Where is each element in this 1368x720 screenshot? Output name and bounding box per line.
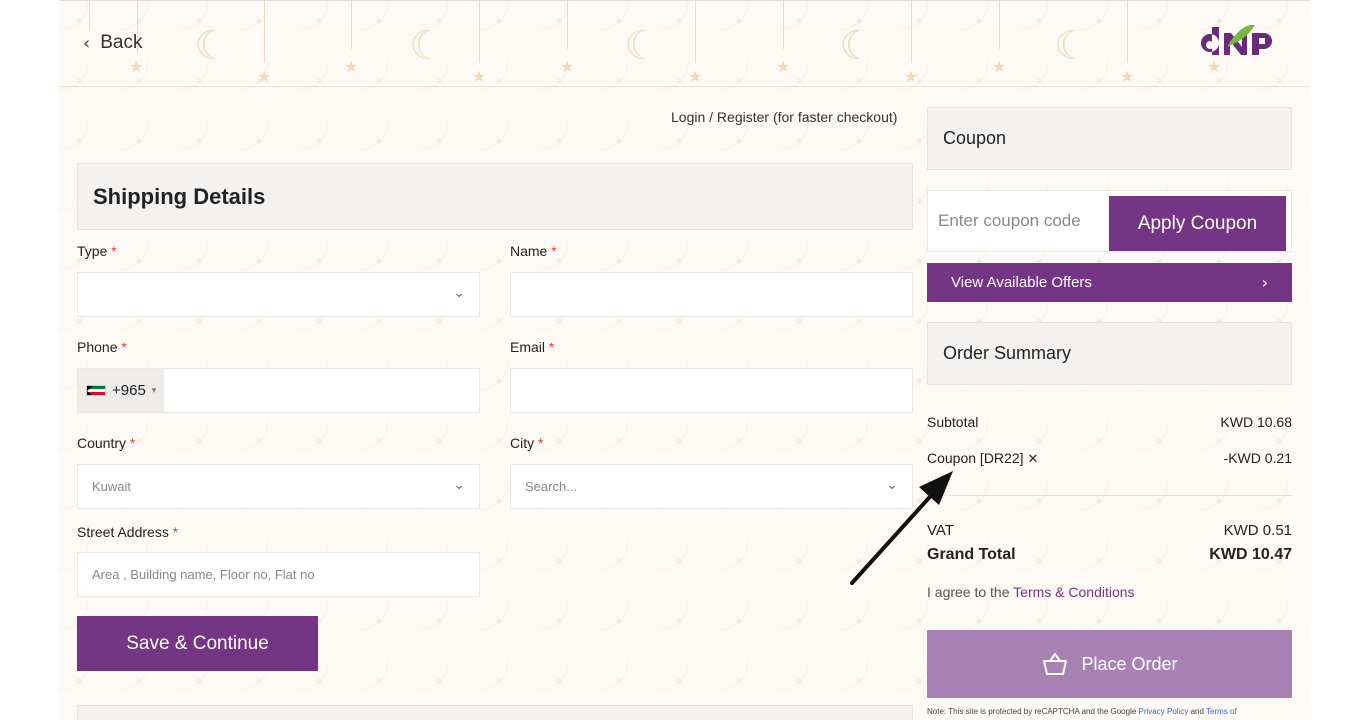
city-label: City * xyxy=(510,435,544,451)
phone-label: Phone * xyxy=(77,339,127,355)
decor-line xyxy=(264,1,265,63)
coupon-discount-value: -KWD 0.21 xyxy=(1223,450,1292,466)
name-input[interactable] xyxy=(510,272,913,317)
star-icon: ★ xyxy=(992,57,1007,76)
street-address-placeholder: Area , Building name, Floor no, Flat no xyxy=(92,567,315,582)
checkout-page: ☾ ☾ ☾ ☾ ☾ ★ ★ ★ ★ ★ ★ ★ ★ ★ ★ ★ ‹ Back L… xyxy=(59,0,1310,720)
view-offers-label: View Available Offers xyxy=(951,274,1092,291)
place-order-label: Place Order xyxy=(1081,653,1178,674)
place-order-button[interactable]: Place Order xyxy=(927,630,1292,698)
city-placeholder: Search... xyxy=(525,479,578,494)
name-label: Name * xyxy=(510,243,557,259)
next-section-header xyxy=(77,705,913,720)
decor-line xyxy=(89,1,90,31)
phone-input[interactable]: +965 ▾ xyxy=(77,368,480,413)
chevron-right-icon: › xyxy=(1261,273,1268,292)
header-banner: ☾ ☾ ☾ ☾ ☾ ★ ★ ★ ★ ★ ★ ★ ★ ★ ★ ★ ‹ Back xyxy=(59,1,1310,87)
terms-of-service-link[interactable]: Terms of xyxy=(1206,707,1237,716)
decor-line xyxy=(567,1,568,49)
star-icon: ★ xyxy=(257,67,272,86)
type-select[interactable]: ⌄ xyxy=(77,272,480,317)
country-select[interactable]: Kuwait ⌄ xyxy=(77,464,480,509)
crescent-moon-icon: ☾ xyxy=(839,23,875,69)
grand-total-row: Grand Total KWD 10.47 xyxy=(927,546,1292,564)
privacy-policy-link[interactable]: Privacy Policy xyxy=(1139,707,1189,716)
type-label: Type * xyxy=(77,243,117,259)
apply-coupon-button[interactable]: Apply Coupon xyxy=(1109,196,1286,251)
decor-line xyxy=(695,1,696,63)
star-icon: ★ xyxy=(472,67,487,86)
decor-line xyxy=(1127,1,1128,63)
star-icon: ★ xyxy=(560,57,575,76)
chevron-down-icon: ⌄ xyxy=(453,285,465,301)
summary-divider xyxy=(927,495,1292,496)
country-value: Kuwait xyxy=(92,479,132,494)
crescent-moon-icon: ☾ xyxy=(1054,23,1090,69)
coupon-form: Apply Coupon xyxy=(927,190,1292,252)
star-icon: ★ xyxy=(688,67,703,86)
coupon-code-input[interactable] xyxy=(928,191,1108,251)
order-summary-title: Order Summary xyxy=(943,343,1072,363)
crescent-moon-icon: ☾ xyxy=(194,23,230,69)
decor-line xyxy=(783,1,784,49)
decor-line xyxy=(351,1,352,49)
phone-code: +965 xyxy=(112,382,146,399)
country-label: Country * xyxy=(77,435,136,451)
shipping-details-title: Shipping Details xyxy=(93,184,266,209)
street-address-input[interactable]: Area , Building name, Floor no, Flat no xyxy=(77,552,480,597)
email-input[interactable] xyxy=(510,368,913,413)
recaptcha-note: Note: This site is protected by reCAPTCH… xyxy=(927,707,1237,716)
coupon-discount-row: Coupon [DR22] ✕ -KWD 0.21 xyxy=(927,450,1292,467)
star-icon: ★ xyxy=(1120,67,1135,86)
view-offers-button[interactable]: View Available Offers › xyxy=(927,263,1292,302)
street-address-label: Street Address * xyxy=(77,524,179,540)
coupon-title: Coupon xyxy=(943,128,1007,148)
star-icon: ★ xyxy=(344,57,359,76)
country-code-selector[interactable]: +965 ▾ xyxy=(78,369,164,412)
shipping-details-header: Shipping Details xyxy=(77,163,913,230)
terms-conditions-link[interactable]: Terms & Conditions xyxy=(1013,584,1134,600)
decor-line xyxy=(911,1,912,63)
grand-total-value: KWD 10.47 xyxy=(1209,546,1292,563)
back-label: Back xyxy=(100,32,143,53)
decor-line xyxy=(999,1,1000,49)
star-icon: ★ xyxy=(129,57,144,76)
email-label: Email * xyxy=(510,339,555,355)
subtotal-value: KWD 10.68 xyxy=(1220,414,1292,430)
star-icon: ★ xyxy=(776,57,791,76)
subtotal-row: Subtotal KWD 10.68 xyxy=(927,414,1292,430)
brand-logo[interactable] xyxy=(1197,21,1279,61)
order-summary-header: Order Summary xyxy=(927,322,1292,385)
vat-value: KWD 0.51 xyxy=(1223,522,1292,539)
basket-icon xyxy=(1043,653,1068,675)
chevron-down-icon: ⌄ xyxy=(453,477,465,493)
decor-line xyxy=(479,1,480,63)
coupon-header: Coupon xyxy=(927,107,1292,170)
login-register-link[interactable]: Login / Register (for faster checkout) xyxy=(671,109,897,125)
remove-coupon-icon[interactable]: ✕ xyxy=(1028,452,1039,467)
vat-row: VAT KWD 0.51 xyxy=(927,522,1292,539)
subtotal-label: Subtotal xyxy=(927,414,979,430)
kuwait-flag-icon xyxy=(86,385,106,396)
save-continue-button[interactable]: Save & Continue xyxy=(77,616,318,671)
crescent-moon-icon: ☾ xyxy=(409,23,445,69)
chevron-left-icon: ‹ xyxy=(83,32,91,54)
crescent-moon-icon: ☾ xyxy=(624,23,660,69)
dropdown-arrow-icon: ▾ xyxy=(151,385,157,396)
star-icon: ★ xyxy=(904,67,919,86)
annotation-arrow-icon xyxy=(850,471,953,585)
back-button[interactable]: ‹ Back xyxy=(83,32,142,54)
